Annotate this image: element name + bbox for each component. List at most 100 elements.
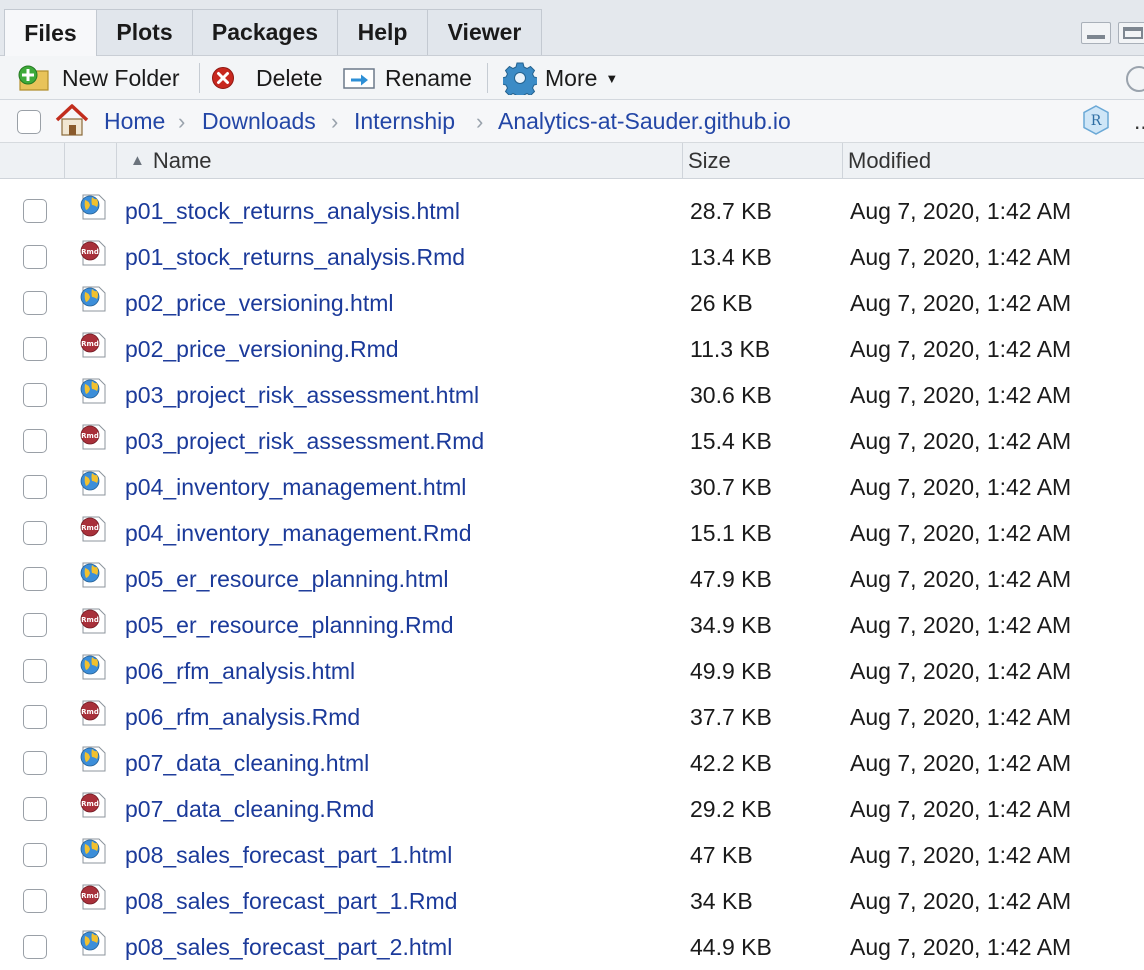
file-checkbox[interactable] (23, 935, 47, 959)
pane-tab-strip: Files Plots Packages Help Viewer (0, 0, 1144, 56)
file-row[interactable]: Rmd p04_inventory_management.Rmd 15.1 KB Au… (0, 510, 1144, 556)
file-size: 29.2 KB (690, 796, 772, 822)
file-name-link[interactable]: p04_inventory_management.Rmd (125, 510, 471, 556)
file-name-link[interactable]: p07_data_cleaning.Rmd (125, 786, 374, 832)
breadcrumb-downloads[interactable]: Downloads (202, 100, 316, 143)
file-size: 26 KB (690, 290, 753, 316)
maximize-icon (1123, 27, 1143, 39)
tab-packages[interactable]: Packages (192, 9, 338, 55)
file-checkbox[interactable] (23, 383, 47, 407)
file-row[interactable]: p04_inventory_management.html 30.7 KB Aug … (0, 464, 1144, 510)
file-row[interactable]: Rmd p01_stock_returns_analysis.Rmd 13.4 KB… (0, 234, 1144, 280)
file-row[interactable]: p02_price_versioning.html 26 KB Aug 7, 202… (0, 280, 1144, 326)
file-name-link[interactable]: p07_data_cleaning.html (125, 740, 369, 786)
file-checkbox[interactable] (23, 613, 47, 637)
file-size: 44.9 KB (690, 934, 772, 960)
file-checkbox[interactable] (23, 567, 47, 591)
file-checkbox[interactable] (23, 475, 47, 499)
file-row[interactable]: Rmd p05_er_resource_planning.Rmd 34.9 KB Au… (0, 602, 1144, 648)
file-name-link[interactable]: p06_rfm_analysis.Rmd (125, 694, 360, 740)
name-column-header[interactable]: ▲ Name (130, 143, 212, 178)
file-name-link[interactable]: p06_rfm_analysis.html (125, 648, 355, 694)
file-checkbox[interactable] (23, 521, 47, 545)
file-name-link[interactable]: p02_price_versioning.Rmd (125, 326, 399, 372)
tab-plots[interactable]: Plots (96, 9, 193, 55)
file-row[interactable]: p03_project_risk_assessment.html 30.6 KB A… (0, 372, 1144, 418)
file-row[interactable]: p06_rfm_analysis.html 49.9 KB Aug 7, 2020,… (0, 648, 1144, 694)
breadcrumb-current-folder[interactable]: Analytics-at-Sauder.github.io (498, 100, 791, 143)
file-row[interactable]: p01_stock_returns_analysis.html 28.7 KB Au… (0, 188, 1144, 234)
file-row[interactable]: p05_er_resource_planning.html 47.9 KB Aug … (0, 556, 1144, 602)
rmd-file-icon: Rmd (77, 608, 107, 634)
html-file-icon (77, 654, 107, 680)
file-checkbox[interactable] (23, 751, 47, 775)
file-checkbox[interactable] (23, 245, 47, 269)
file-row[interactable]: p07_data_cleaning.html 42.2 KB Aug 7, 2020… (0, 740, 1144, 786)
rename-icon (343, 68, 375, 89)
file-checkbox[interactable] (23, 337, 47, 361)
html-file-icon (77, 838, 107, 864)
file-checkbox[interactable] (23, 889, 47, 913)
file-checkbox[interactable] (23, 705, 47, 729)
breadcrumb-home[interactable]: Home (104, 100, 165, 143)
file-size: 15.1 KB (690, 520, 772, 546)
file-size: 13.4 KB (690, 244, 772, 270)
file-row[interactable]: Rmd p06_rfm_analysis.Rmd 37.7 KB Aug 7, 202… (0, 694, 1144, 740)
file-size: 34 KB (690, 888, 753, 914)
svg-text:Rmd: Rmd (81, 616, 99, 624)
file-name-link[interactable]: p01_stock_returns_analysis.html (125, 188, 460, 234)
refresh-icon[interactable] (1126, 66, 1144, 92)
file-name-link[interactable]: p05_er_resource_planning.Rmd (125, 602, 454, 648)
file-modified-date: Aug 7, 2020, 1:42 AM (850, 244, 1072, 270)
file-row[interactable]: Rmd p08_sales_forecast_part_1.Rmd 34 KB Aug… (0, 878, 1144, 924)
file-checkbox[interactable] (23, 199, 47, 223)
breadcrumb-internship[interactable]: Internship (354, 100, 455, 143)
size-column-header[interactable]: Size (688, 143, 731, 178)
file-row[interactable]: Rmd p02_price_versioning.Rmd 11.3 KB Aug 7,… (0, 326, 1144, 372)
file-modified-date: Aug 7, 2020, 1:42 AM (850, 704, 1072, 730)
breadcrumb-separator-icon: › (178, 108, 186, 134)
file-name-link[interactable]: p03_project_risk_assessment.Rmd (125, 418, 484, 464)
delete-button[interactable]: Delete (211, 56, 322, 100)
r-project-icon[interactable]: R (1080, 104, 1112, 136)
file-size: 47 KB (690, 842, 753, 868)
minimize-pane-button[interactable] (1081, 22, 1111, 44)
file-list: p01_stock_returns_analysis.html 28.7 KB Au… (0, 188, 1144, 970)
file-checkbox[interactable] (23, 659, 47, 683)
maximize-pane-button[interactable] (1118, 22, 1144, 44)
file-name-link[interactable]: p08_sales_forecast_part_1.Rmd (125, 878, 457, 924)
file-name-link[interactable]: p08_sales_forecast_part_1.html (125, 832, 452, 878)
file-row[interactable]: Rmd p03_project_risk_assessment.Rmd 15.4 K… (0, 418, 1144, 464)
file-name-link[interactable]: p03_project_risk_assessment.html (125, 372, 479, 418)
file-name-link[interactable]: p02_price_versioning.html (125, 280, 394, 326)
home-icon[interactable] (54, 103, 90, 137)
file-row[interactable]: Rmd p07_data_cleaning.Rmd 29.2 KB Aug 7, 20… (0, 786, 1144, 832)
file-row[interactable]: p08_sales_forecast_part_2.html 44.9 KB Aug… (0, 924, 1144, 970)
tab-files[interactable]: Files (4, 9, 97, 56)
new-folder-icon (18, 65, 49, 91)
file-checkbox[interactable] (23, 797, 47, 821)
tab-help[interactable]: Help (337, 9, 428, 55)
rename-button[interactable]: Rename (343, 56, 472, 100)
more-menu-button[interactable]: More ▼ (503, 56, 618, 100)
tab-viewer[interactable]: Viewer (427, 9, 542, 55)
file-name-link[interactable]: p05_er_resource_planning.html (125, 556, 449, 602)
file-size: 11.3 KB (690, 336, 771, 362)
name-column-label: Name (152, 147, 212, 173)
toolbar-divider (199, 63, 200, 93)
html-file-icon (77, 930, 107, 956)
modified-column-header[interactable]: Modified (848, 143, 931, 178)
file-name-link[interactable]: p04_inventory_management.html (125, 464, 466, 510)
file-checkbox[interactable] (23, 429, 47, 453)
select-all-checkbox[interactable] (17, 110, 41, 134)
file-checkbox[interactable] (23, 843, 47, 867)
svg-text:R: R (1091, 113, 1102, 129)
breadcrumb-overflow[interactable]: .. (1134, 100, 1144, 143)
file-name-link[interactable]: p08_sales_forecast_part_2.html (125, 924, 452, 970)
file-name-link[interactable]: p01_stock_returns_analysis.Rmd (125, 234, 465, 280)
file-size: 15.4 KB (690, 428, 772, 454)
file-checkbox[interactable] (23, 291, 47, 315)
new-folder-button[interactable]: New Folder (16, 56, 180, 100)
file-modified-date: Aug 7, 2020, 1:42 AM (850, 520, 1072, 546)
file-row[interactable]: p08_sales_forecast_part_1.html 47 KB Aug 7… (0, 832, 1144, 878)
